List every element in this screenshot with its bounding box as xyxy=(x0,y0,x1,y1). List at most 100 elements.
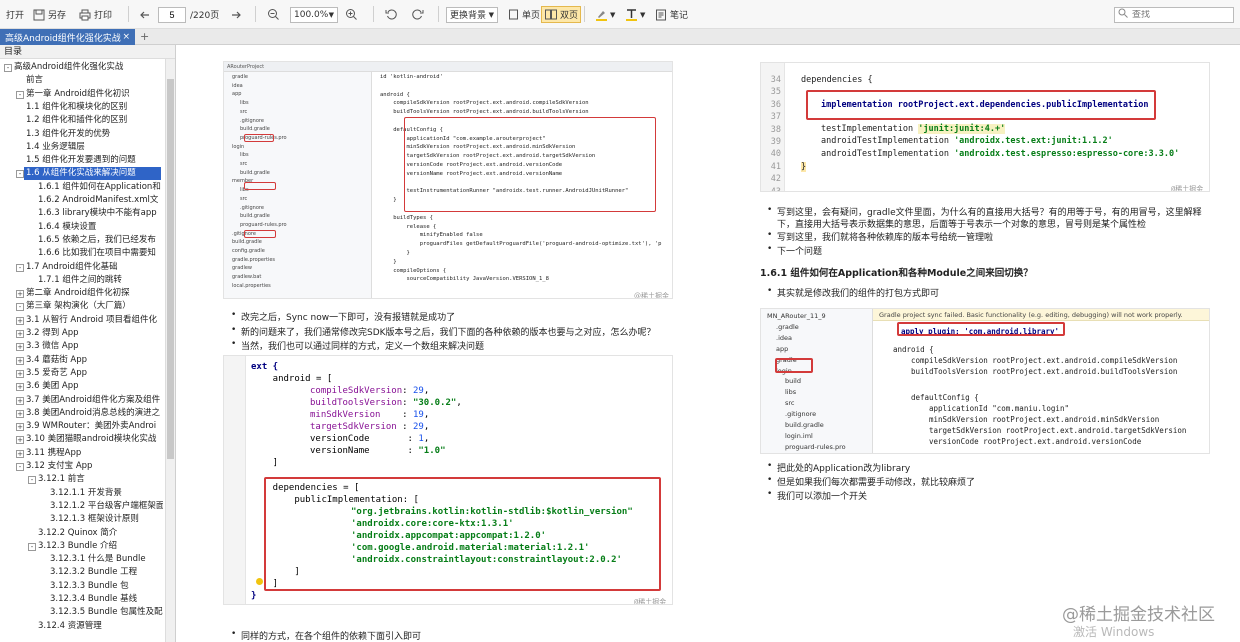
text-tool-button[interactable]: ▼ xyxy=(624,6,645,23)
search-box[interactable] xyxy=(1114,6,1234,23)
zoom-select[interactable]: 100.0% ▼ xyxy=(290,6,338,23)
file-tree-item[interactable]: src xyxy=(240,196,247,202)
file-tree-item[interactable]: libs xyxy=(240,100,249,106)
outline-item[interactable]: 1.4 业务逻辑层 xyxy=(26,141,163,154)
outline-item[interactable]: 第三章 架构演化（大厂篇） xyxy=(26,300,163,313)
note-button[interactable]: 笔记 xyxy=(654,6,688,23)
zoom-in-button[interactable] xyxy=(344,6,358,23)
outline-item[interactable]: 3.12.1.3 框架设计原则 xyxy=(50,513,163,526)
expand-toggle-icon[interactable]: + xyxy=(16,330,24,338)
expand-toggle-icon[interactable]: + xyxy=(16,290,24,299)
expand-toggle-icon[interactable]: + xyxy=(16,343,24,352)
outline-item[interactable]: 3.5 爱奇艺 App xyxy=(26,367,163,380)
outline-item[interactable]: 3.2 得到 App xyxy=(26,327,163,340)
outline-item[interactable]: 3.12.3.4 Bundle 基线 xyxy=(50,593,163,606)
collapse-toggle-icon[interactable]: - xyxy=(4,64,12,72)
outline-item[interactable]: 3.9 WMRouter：美团外卖Androi xyxy=(26,420,163,433)
file-tree-item[interactable]: build.gradle xyxy=(785,421,824,429)
highlight-button[interactable]: ▼ xyxy=(594,6,615,23)
outline-item[interactable]: 3.12.3.3 Bundle 包 xyxy=(50,580,163,593)
outline-item[interactable]: 3.12.3.2 Bundle 工程 xyxy=(50,566,163,579)
outline-item[interactable]: 第一章 Android组件化初识 xyxy=(26,88,163,101)
outline-item[interactable]: 1.6.1 组件如何在Application和 xyxy=(38,181,163,194)
outline-item[interactable]: 3.12.1 前言 xyxy=(38,473,163,486)
outline-item[interactable]: 3.12.3.1 什么是 Bundle xyxy=(50,553,163,566)
collapse-toggle-icon[interactable]: - xyxy=(28,476,36,485)
file-tree-item[interactable]: gradlew.bat xyxy=(232,274,261,280)
outline-item[interactable]: 3.12 支付宝 App xyxy=(26,460,163,473)
sidebar-scrollbar[interactable] xyxy=(165,59,175,642)
outline-item[interactable]: 第二章 Android组件化初探 xyxy=(26,287,163,300)
outline-item[interactable]: 3.12.1.2 平台级客户端框架面临 xyxy=(50,500,163,513)
file-tree-item[interactable]: build.gradle xyxy=(240,170,270,176)
file-tree-item[interactable]: login xyxy=(232,144,244,150)
file-tree-item[interactable]: src xyxy=(240,161,247,167)
rotate-right-button[interactable] xyxy=(410,6,424,23)
outline-item[interactable]: 3.7 美团Android组件化方案及组件 xyxy=(26,394,163,407)
file-tree-item[interactable]: app xyxy=(776,345,788,353)
double-page-button[interactable]: 双页 xyxy=(541,6,582,23)
outline-item[interactable]: 1.6.4 模块设置 xyxy=(38,221,163,234)
file-tree-item[interactable]: .gitignore xyxy=(785,410,816,418)
outline-item[interactable]: 1.5 组件化开发要遇到的问题 xyxy=(26,154,163,167)
outline-item[interactable]: 高级Android组件化强化实战 xyxy=(14,61,163,74)
file-tree-item[interactable]: .gitignore xyxy=(240,118,264,124)
outline-item[interactable]: 3.12.3 Bundle 介绍 xyxy=(38,540,163,553)
outline-item[interactable]: 3.11 携程App xyxy=(26,447,163,460)
tab-document[interactable]: 高级Android组件化强化实战 × xyxy=(0,29,135,45)
outline-item[interactable]: 3.12.2 Quinox 简介 xyxy=(38,527,163,540)
search-input[interactable] xyxy=(1132,9,1227,20)
file-tree-item[interactable]: proguard-rules.pro xyxy=(785,443,846,451)
file-tree-item[interactable]: build.gradle xyxy=(240,213,270,219)
file-tree-item[interactable]: libs xyxy=(785,388,796,396)
file-tree-item[interactable]: app xyxy=(232,91,241,97)
outline-item[interactable]: 3.3 微信 App xyxy=(26,340,163,353)
file-tree-item[interactable]: .gradle xyxy=(776,323,799,331)
outline-item[interactable]: 3.6 美团 App xyxy=(26,380,163,393)
file-tree-item[interactable]: proguard-rules.pro xyxy=(240,222,287,228)
collapse-toggle-icon[interactable]: - xyxy=(16,90,24,99)
file-tree-item[interactable]: src xyxy=(240,109,247,115)
collapse-toggle-icon[interactable]: - xyxy=(28,542,36,551)
next-page-button[interactable] xyxy=(229,6,243,23)
expand-toggle-icon[interactable]: + xyxy=(16,409,24,418)
expand-toggle-icon[interactable]: + xyxy=(16,436,24,445)
file-tree-item[interactable]: build xyxy=(785,377,801,385)
expand-toggle-icon[interactable]: + xyxy=(16,423,24,432)
file-tree-item[interactable]: local.properties xyxy=(232,283,271,289)
outline-item[interactable]: 1.2 组件化和插件化的区别 xyxy=(26,114,163,127)
file-tree-item[interactable]: libs xyxy=(240,152,249,158)
expand-toggle-icon[interactable]: + xyxy=(16,449,24,458)
outline-item[interactable]: 3.12.3.5 Bundle 包属性及配置 xyxy=(50,606,163,619)
file-tree-item[interactable]: .gitignore xyxy=(240,205,264,211)
file-tree-item[interactable]: build.gradle xyxy=(232,239,262,245)
outline-item[interactable]: 1.6.5 依赖之后，我们已经发布 xyxy=(38,234,163,247)
collapse-toggle-icon[interactable]: - xyxy=(16,303,24,312)
save-as-button[interactable]: 另存 xyxy=(32,6,66,23)
outline-item[interactable]: 1.7.1 组件之间的跳转 xyxy=(38,274,163,287)
background-select[interactable]: 更换背景 ▼ xyxy=(446,6,498,23)
outline-item[interactable]: 3.8 美团Android消息总线的演进之 xyxy=(26,407,163,420)
file-tree-item[interactable]: idea xyxy=(232,83,243,89)
outline-item[interactable]: 1.6.2 AndroidManifest.xml文 xyxy=(38,194,163,207)
page-number-input[interactable] xyxy=(158,6,186,23)
outline-item[interactable]: 1.6 从组件化实战来解决问题 xyxy=(24,167,161,181)
expand-toggle-icon[interactable]: + xyxy=(16,356,24,365)
expand-toggle-icon[interactable]: + xyxy=(16,396,24,405)
rotate-left-button[interactable] xyxy=(384,6,398,23)
outline-item[interactable]: 3.12.4 资源管理 xyxy=(38,620,163,633)
file-tree-item[interactable]: build.gradle xyxy=(240,126,270,132)
file-tree-item[interactable]: gradlew xyxy=(232,265,252,271)
expand-toggle-icon[interactable]: + xyxy=(16,369,24,378)
new-tab-button[interactable]: + xyxy=(140,29,149,45)
outline-item[interactable]: 3.4 蘑菇街 App xyxy=(26,354,163,367)
outline-item[interactable]: 1.6.6 比如我们在项目中需要知 xyxy=(38,247,163,260)
file-tree-item[interactable]: MN_ARouter_11_9 xyxy=(767,312,826,320)
file-tree-item[interactable]: .idea xyxy=(776,334,792,342)
file-tree-item[interactable]: config.gradle xyxy=(232,248,265,254)
single-page-button[interactable]: 单页 xyxy=(506,6,540,23)
outline-item[interactable]: 前言 xyxy=(26,74,163,87)
outline-item[interactable]: 3.12.1.1 开发背景 xyxy=(50,487,163,500)
outline-item[interactable]: 1.3 组件化开发的优势 xyxy=(26,128,163,141)
expand-toggle-icon[interactable]: + xyxy=(16,316,24,325)
